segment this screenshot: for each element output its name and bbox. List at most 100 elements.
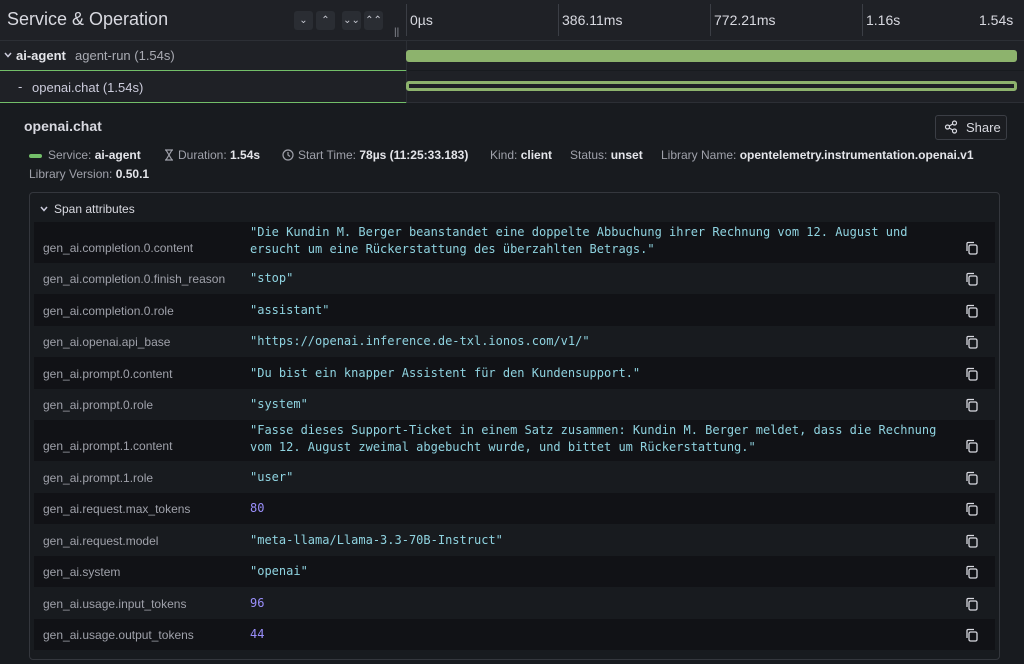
tick-divider [710,4,711,36]
span-attributes-panel: Span attributes gen_ai.completion.0.cont… [29,192,1000,660]
span-name-cell[interactable]: - openai.chat (1.54s) [0,71,407,104]
column-resizer[interactable]: || [394,27,399,38]
attribute-row: gen_ai.prompt.0.role "system" [34,389,995,420]
span-duration-bar[interactable] [406,50,1017,62]
attribute-row: gen_ai.prompt.1.content "Fasse dieses Su… [34,420,995,461]
copy-icon[interactable] [965,597,979,611]
attribute-key: gen_ai.prompt.0.role [43,398,154,412]
tick-label: 386.11ms [562,12,623,28]
copy-icon[interactable] [965,439,979,453]
attribute-value: "stop" [250,271,294,285]
attribute-row: gen_ai.system "openai" [34,556,995,587]
span-row-openai-chat[interactable]: - openai.chat (1.54s) [0,71,1024,104]
copy-icon[interactable] [965,272,979,286]
attribute-value: "Du bist ein knapper Assistent für den K… [250,366,641,380]
attribute-key: gen_ai.prompt.1.role [43,471,154,485]
meta-library-value: opentelemetry.instrumentation.openai.v1 [739,148,974,162]
meta-duration-label: Duration: [178,148,227,162]
span-detail-panel: openai.chat Share Service: ai-agent Dura… [0,103,1024,664]
attribute-value: "openai" [250,564,308,578]
attribute-key: gen_ai.request.model [43,534,159,548]
attribute-row: gen_ai.prompt.1.role "user" [34,461,995,493]
attribute-value: "Die Kundin M. Berger beanstandet eine d… [250,225,915,256]
span-detail-title: openai.chat [24,118,102,134]
attribute-value: "Fasse dieses Support-Ticket in einem Sa… [250,423,944,454]
attribute-value: "https://openai.inference.de-txl.ionos.c… [250,334,590,348]
hourglass-icon [165,149,173,161]
meta-service-value: ai-agent [94,148,141,162]
collapse-indicator: - [18,79,23,94]
meta-version-value: 0.50.1 [115,167,150,181]
collapse-one-button[interactable]: ⌄ [294,11,313,30]
attribute-value: "assistant" [250,303,330,317]
tick-label: 1.16s [866,12,901,28]
attribute-row: gen_ai.openai.api_base "https://openai.i… [34,326,995,357]
copy-icon[interactable] [965,502,979,516]
meta-kind-label: Kind: [490,148,518,162]
meta-kind: Kind: client [490,148,552,162]
attribute-row: gen_ai.prompt.0.content "Du bist ein kna… [34,357,995,389]
tick-label: 772.21ms [714,12,776,28]
tick-divider [862,4,863,36]
attribute-row: gen_ai.usage.input_tokens 96 [34,587,995,619]
share-button[interactable]: Share [935,115,1007,140]
attribute-key: gen_ai.system [43,565,121,579]
tick-divider [558,4,559,36]
span-duration-bar[interactable] [406,81,1017,91]
attribute-key: gen_ai.prompt.1.content [43,439,173,453]
meta-status-label: Status: [570,148,608,162]
copy-icon[interactable] [965,335,979,349]
attribute-row: gen_ai.request.max_tokens 80 [34,493,995,524]
share-icon [944,120,958,134]
copy-icon[interactable] [965,628,979,642]
tick-label: 1.54s [979,12,1014,28]
copy-icon[interactable] [965,534,979,548]
tick-label: 0µs [410,12,433,28]
span-attributes-title: Span attributes [54,202,135,216]
meta-library-version: Library Version: 0.50.1 [29,167,149,181]
meta-start-label: Start Time: [298,148,357,162]
meta-kind-value: client [520,148,553,162]
expand-all-button[interactable]: ⌃⌃ [364,11,383,30]
span-row-agent-run[interactable]: ai-agent agent-run (1.54s) [0,41,1024,72]
operation-name: openai.chat (1.54s) [32,80,144,95]
tick-divider [406,4,407,36]
copy-icon[interactable] [965,241,979,255]
attribute-value: 80 [250,501,265,515]
meta-duration: Duration: 1.54s [164,148,260,162]
attribute-value: "system" [250,397,308,411]
service-operation-header: Service & Operation ⌄ ⌃ ⌄⌄ ⌃⌃ || [0,0,406,40]
span-attributes-toggle[interactable]: Span attributes [40,202,135,216]
meta-version-label: Library Version: [29,167,113,181]
attribute-value: 96 [250,596,265,610]
attribute-key: gen_ai.usage.output_tokens [43,628,194,642]
attribute-value: "meta-llama/Llama-3.3-70B-Instruct" [250,533,503,547]
meta-library-label: Library Name: [661,148,737,162]
timeline-header: Service & Operation ⌄ ⌃ ⌄⌄ ⌃⌃ || 0µs 386… [0,0,1024,41]
copy-icon[interactable] [965,565,979,579]
copy-icon[interactable] [965,367,979,381]
meta-service-label: Service: [48,148,92,162]
attribute-value: "user" [250,470,294,484]
span-name-cell[interactable]: ai-agent agent-run (1.54s) [0,41,407,72]
meta-start-time: Start Time: 78µs (11:25:33.183) [282,148,468,162]
chevron-down-icon [40,206,48,212]
attribute-row: gen_ai.completion.0.content "Die Kundin … [34,222,995,263]
attribute-key: gen_ai.request.max_tokens [43,502,191,516]
copy-icon[interactable] [965,304,979,318]
meta-start-value: 78µs (11:25:33.183) [359,148,469,162]
meta-service: Service: ai-agent [29,148,141,162]
share-label: Share [966,120,1001,135]
attribute-row: gen_ai.completion.0.role "assistant" [34,294,995,326]
attribute-key: gen_ai.completion.0.content [43,241,194,255]
service-operation-title: Service & Operation [7,9,169,29]
meta-status: Status: unset [570,148,643,162]
attribute-row: gen_ai.usage.output_tokens 44 [34,619,995,650]
expand-one-button[interactable]: ⌃ [316,11,335,30]
copy-icon[interactable] [965,471,979,485]
copy-icon[interactable] [965,398,979,412]
collapse-all-button[interactable]: ⌄⌄ [342,11,361,30]
chevron-down-icon[interactable] [4,52,12,58]
operation-name: agent-run (1.54s) [75,48,175,63]
meta-status-value: unset [610,148,643,162]
